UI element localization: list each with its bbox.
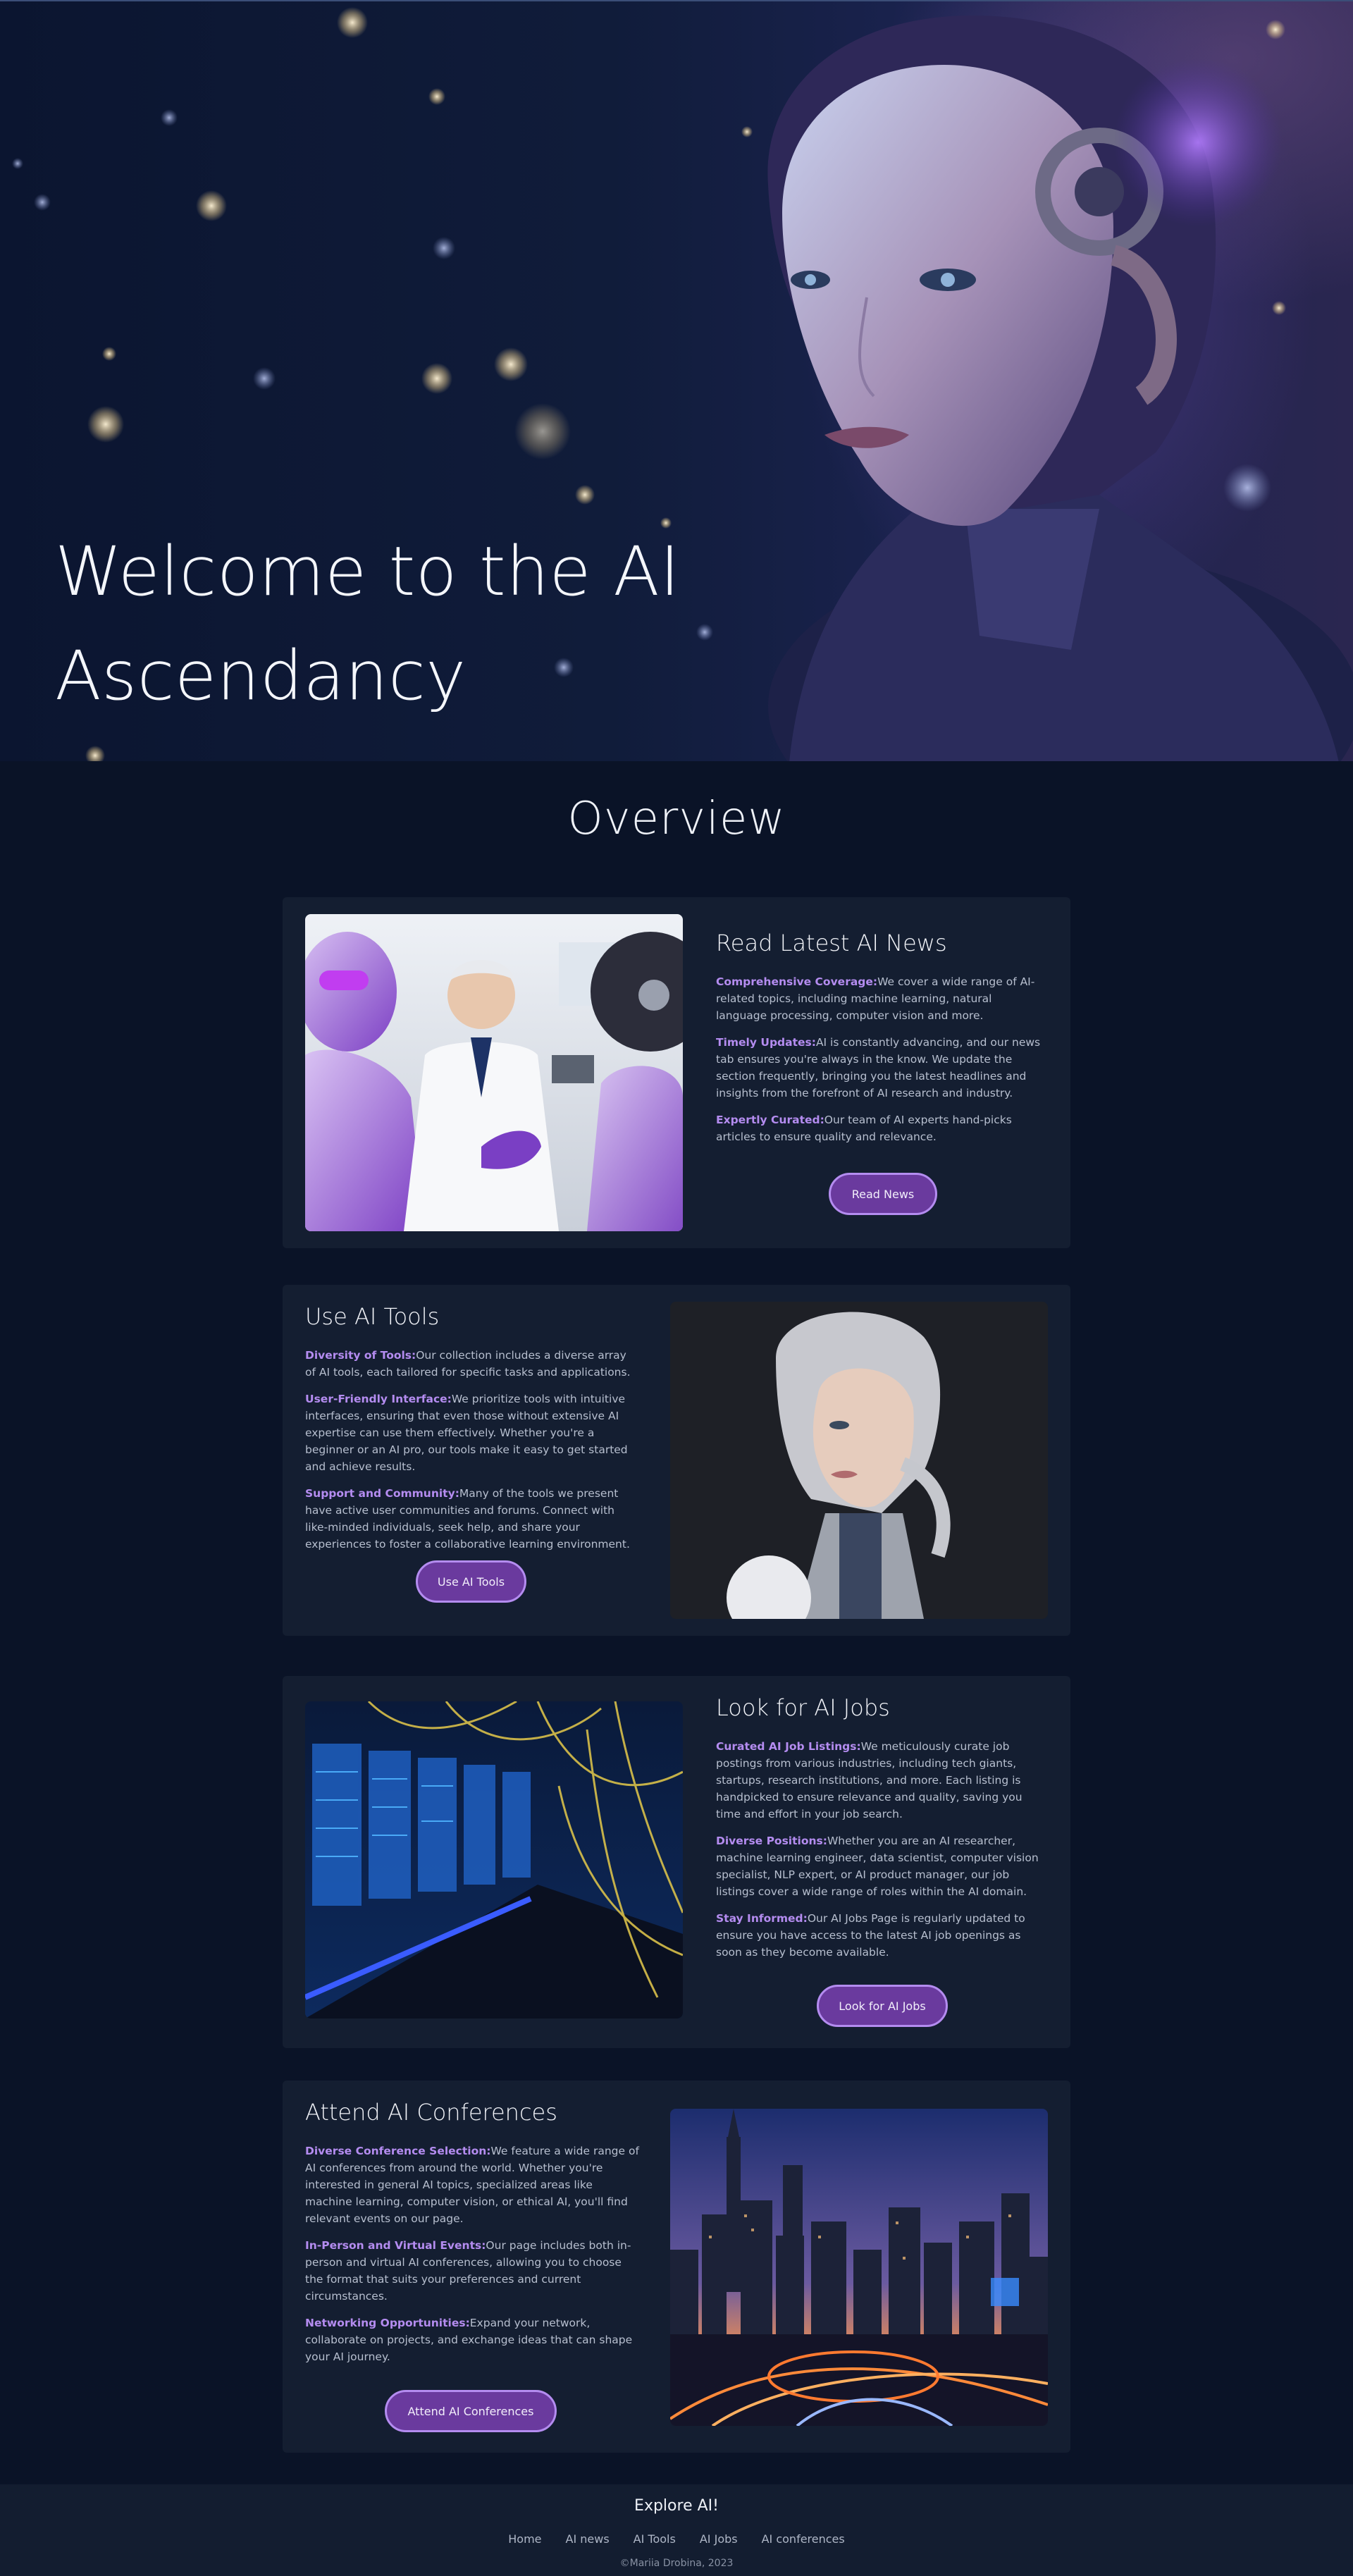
news-point-3: Expertly Curated:Our team of AI experts … xyxy=(716,1114,1012,1143)
news-text: Read Latest AI News Comprehensive Covera… xyxy=(716,930,1046,1155)
tools-point-3: Support and Community:Many of the tools … xyxy=(305,1487,630,1551)
news-card: Read Latest AI News Comprehensive Covera… xyxy=(283,897,1070,1248)
tools-point-1: Diversity of Tools:Our collection includ… xyxy=(305,1349,631,1379)
conferences-point-3: Networking Opportunities:Expand your net… xyxy=(305,2317,633,2363)
tools-text: Use AI Tools Diversity of Tools:Our coll… xyxy=(305,1303,636,1563)
footer-copyright: ©Mariia Drobina, 2023 xyxy=(619,2558,734,2569)
news-image xyxy=(305,914,683,1231)
jobs-text: Look for AI Jobs Curated AI Job Listings… xyxy=(716,1694,1046,1971)
conferences-card: Attend AI Conferences Diverse Conference… xyxy=(283,2081,1070,2453)
footer-nav: Home AI news AI Tools AI Jobs AI confere… xyxy=(0,2532,1353,2546)
conferences-point-1: Diverse Conference Selection:We feature … xyxy=(305,2145,639,2225)
conferences-title: Attend AI Conferences xyxy=(305,2099,557,2126)
hero-title: Welcome to the AI Ascendancy xyxy=(55,519,731,728)
footer: Explore AI! Home AI news AI Tools AI Job… xyxy=(0,2484,1353,2576)
conferences-text: Attend AI Conferences Diverse Conference… xyxy=(305,2099,642,2375)
tools-image xyxy=(670,1302,1048,1619)
jobs-card: Look for AI Jobs Curated AI Job Listings… xyxy=(283,1676,1070,2048)
news-point-2: Timely Updates:AI is constantly advancin… xyxy=(716,1036,1041,1099)
use-ai-tools-button[interactable]: Use AI Tools xyxy=(416,1560,526,1603)
jobs-point-3: Stay Informed:Our AI Jobs Page is regula… xyxy=(716,1912,1025,1959)
read-news-button[interactable]: Read News xyxy=(829,1173,937,1215)
hero-title-line-1: Welcome to the AI xyxy=(55,532,681,611)
conferences-point-2: In-Person and Virtual Events:Our page in… xyxy=(305,2239,631,2303)
tools-point-2: User-Friendly Interface:We prioritize to… xyxy=(305,1393,628,1473)
tools-title: Use AI Tools xyxy=(305,1303,440,1330)
footer-link-ai-news[interactable]: AI news xyxy=(566,2532,610,2546)
conferences-image xyxy=(670,2109,1048,2426)
look-for-ai-jobs-button[interactable]: Look for AI Jobs xyxy=(817,1985,948,2027)
jobs-title: Look for AI Jobs xyxy=(716,1694,890,1721)
hero-title-line-2: Ascendancy xyxy=(55,636,467,715)
footer-link-ai-jobs[interactable]: AI Jobs xyxy=(700,2532,738,2546)
jobs-image xyxy=(305,1701,683,2019)
footer-link-ai-tools[interactable]: AI Tools xyxy=(634,2532,676,2546)
news-title: Read Latest AI News xyxy=(716,930,947,956)
footer-link-home[interactable]: Home xyxy=(508,2532,541,2546)
footer-link-ai-conferences[interactable]: AI conferences xyxy=(762,2532,845,2546)
tools-card: Use AI Tools Diversity of Tools:Our coll… xyxy=(283,1285,1070,1636)
jobs-point-2: Diverse Positions:Whether you are an AI … xyxy=(716,1835,1039,1898)
attend-ai-conferences-button[interactable]: Attend AI Conferences xyxy=(385,2390,557,2432)
overview-heading: Overview xyxy=(567,793,786,845)
hero-banner: Welcome to the AI Ascendancy xyxy=(0,0,1353,761)
news-point-1: Comprehensive Coverage:We cover a wide r… xyxy=(716,975,1035,1022)
jobs-point-1: Curated AI Job Listings:We meticulously … xyxy=(716,1740,1023,1820)
footer-title: Explore AI! xyxy=(634,2497,719,2515)
